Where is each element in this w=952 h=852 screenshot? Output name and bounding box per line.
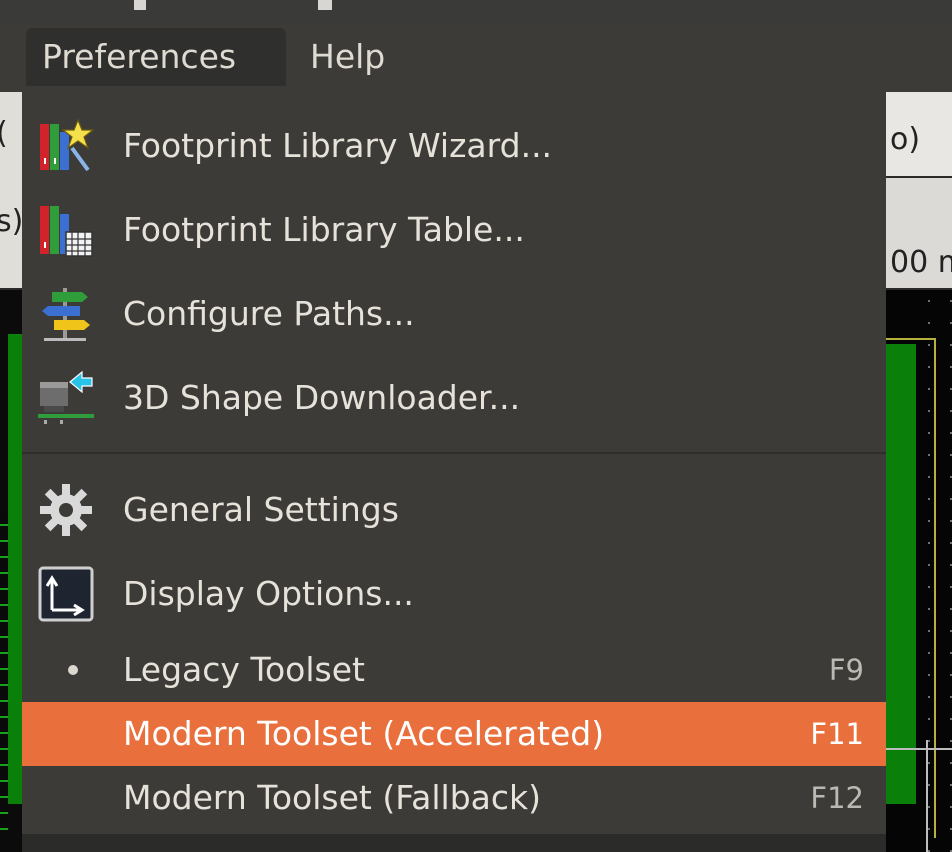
library-table-icon — [40, 206, 93, 257]
pcb-copper-area — [8, 334, 22, 804]
pcb-canvas-right[interactable] — [886, 290, 952, 852]
menu-item-display-options[interactable]: Display Options... — [22, 552, 886, 636]
background-toolbar-row2: 00 m — [886, 178, 952, 288]
top-toolbar-strip — [0, 0, 952, 22]
toolbar-icon-partial[interactable] — [318, 0, 332, 10]
courtyard-outline — [934, 338, 936, 838]
pcb-copper-area — [886, 344, 916, 804]
display-options-icon — [38, 566, 94, 622]
pcb-pad-stripes — [0, 510, 8, 830]
background-toolbar-row1: o) — [886, 92, 952, 176]
pcb-canvas-left[interactable] — [0, 290, 22, 852]
menu-item-3d-shape-downloader[interactable]: 3D Shape Downloader... — [22, 356, 886, 440]
menu-item-footprint-library-table[interactable]: Footprint Library Table... — [22, 188, 886, 272]
menu-item-label: Legacy Toolset — [123, 650, 365, 689]
menu-item-label: 3D Shape Downloader... — [123, 378, 521, 417]
shortcut-label: F9 — [828, 653, 864, 687]
menu-bar: Preferences Help — [0, 22, 952, 92]
background-text-left-2: s) — [0, 204, 22, 239]
menu-item-modern-toolset-fallback[interactable]: Modern Toolset (Fallback) F12 — [22, 756, 886, 840]
menu-item-label: Modern Toolset (Fallback) — [123, 778, 542, 817]
silkscreen-line-vertical — [926, 740, 928, 852]
menu-item-label: Footprint Library Wizard... — [123, 126, 553, 165]
preferences-dropdown-menu: Footprint Library Wizard... Footprint Li… — [22, 92, 886, 852]
silkscreen-line — [886, 748, 952, 750]
menu-item-configure-paths[interactable]: Configure Paths... — [22, 272, 886, 356]
background-text-left: ( — [0, 116, 8, 151]
toolbar-icon-partial[interactable] — [134, 0, 146, 10]
menu-item-label: General Settings — [123, 490, 399, 529]
menu-item-label: Footprint Library Table... — [123, 210, 525, 249]
courtyard-outline-top — [886, 338, 936, 340]
menu-item-legacy-toolset[interactable]: Legacy Toolset F9 — [22, 628, 886, 712]
menu-separator — [22, 452, 886, 454]
radio-selected-icon — [68, 665, 78, 675]
menu-item-label: Configure Paths... — [123, 294, 415, 333]
gear-icon — [40, 484, 92, 536]
menu-item-label: Display Options... — [123, 574, 414, 613]
menu-bottom-edge — [22, 834, 886, 852]
menu-preferences[interactable]: Preferences — [26, 28, 286, 86]
library-wizard-icon — [40, 118, 94, 172]
menu-item-general-settings[interactable]: General Settings — [22, 468, 886, 552]
menu-help[interactable]: Help — [296, 28, 399, 86]
signpost-icon — [42, 288, 90, 341]
shortcut-label: F12 — [810, 781, 864, 815]
menu-item-footprint-library-wizard[interactable]: Footprint Library Wizard... — [22, 104, 886, 188]
3d-download-icon — [38, 370, 94, 424]
background-toolbar-left: ( s) — [0, 92, 22, 288]
